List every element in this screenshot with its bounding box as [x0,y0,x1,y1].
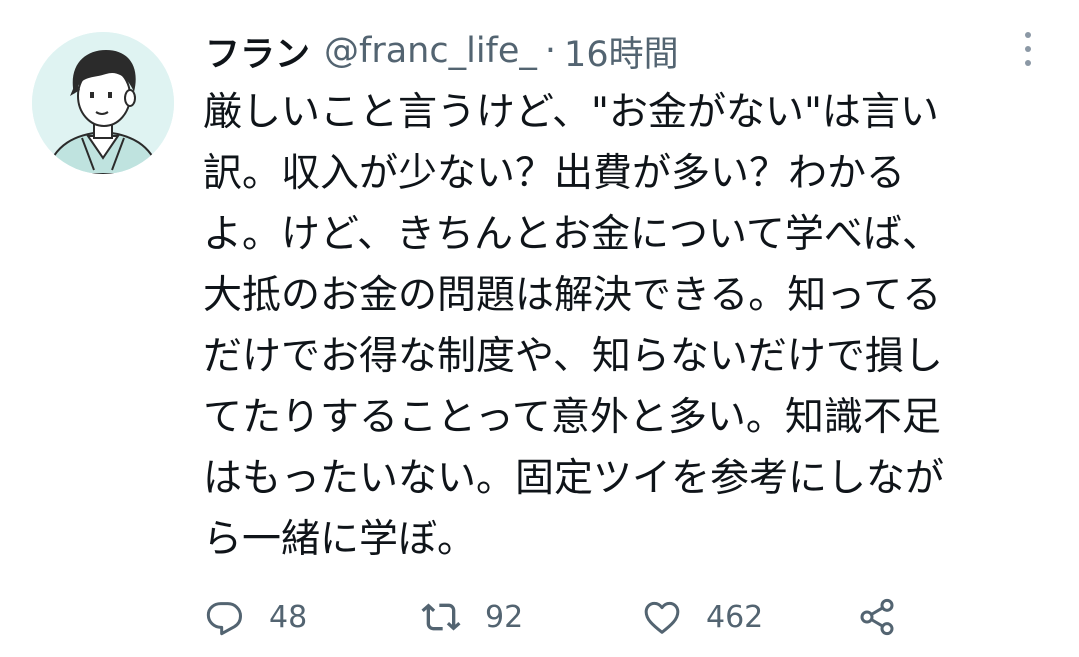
user-handle[interactable]: @franc_life_ [324,31,537,71]
share-icon [860,598,894,636]
like-count: 462 [706,599,764,635]
tweet-text-line: よ。けど、きちんとお金について学べば、 [203,212,941,257]
tweet-timestamp[interactable]: 16時間 [564,26,679,77]
avatar[interactable] [32,32,174,174]
display-name[interactable]: フラン [205,26,310,77]
more-dot [1025,32,1031,38]
avatar-illustration [32,32,174,174]
retweet-count: 92 [485,599,524,635]
reply-icon [206,602,242,636]
tweet-text-line: 大抵のお金の問題は解決できる。知ってる [203,273,942,318]
heart-icon [644,601,680,634]
like-button[interactable]: 462 [642,592,763,642]
tweet-text-line: てたりすることって意外と多い。知識不足 [203,395,941,440]
share-button[interactable] [857,592,921,642]
tweet-text-line: 訳。収入が少ない？出費が多い？わかる [203,151,906,196]
retweet-icon [421,603,461,631]
tweet-text-line: だけでお得な制度や、知らないだけで損し [203,334,943,379]
tweet-text-line: 厳しいこと言うけど、"お金がない"は言い [203,90,939,135]
reply-count: 48 [269,599,308,635]
retweet-button[interactable]: 92 [421,592,523,642]
tweet-actions: 48 92 462 [205,592,925,642]
tweet[interactable]: フラン @franc_life_ · 16時間 厳しいこと言うけど、"お金がない… [0,0,1079,657]
tweet-text-line: はもったいない。固定ツイを参考にしなが [203,456,945,501]
tweet-text: 厳しいこと言うけど、"お金がない"は言い 訳。収入が少ない？出費が多い？わかる … [203,82,1053,570]
more-dot [1025,46,1031,52]
more-vertical-icon[interactable] [1016,32,1040,66]
tweet-header: フラン @franc_life_ · 16時間 [205,26,679,76]
reply-button[interactable]: 48 [205,592,307,642]
tweet-text-line: ら一緒に学ぼ。 [203,517,477,562]
header-separator: · [544,31,557,71]
more-dot [1025,60,1031,66]
